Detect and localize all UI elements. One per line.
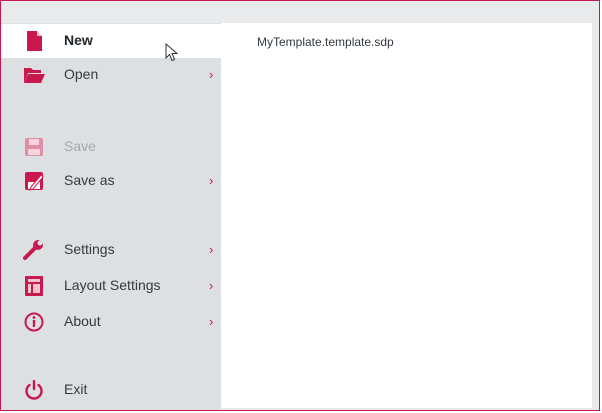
menu-item-save[interactable]: Save xyxy=(1,130,221,164)
folder-open-icon xyxy=(23,65,45,85)
template-filename[interactable]: MyTemplate.template.sdp xyxy=(257,35,394,49)
wrench-icon xyxy=(23,240,45,260)
menu-item-layout-settings[interactable]: Layout Settings › xyxy=(1,269,221,303)
menu-item-settings[interactable]: Settings › xyxy=(1,233,221,267)
menu-item-about[interactable]: About › xyxy=(1,305,221,339)
mouse-pointer-icon xyxy=(165,43,179,62)
chevron-right-icon: › xyxy=(209,173,214,188)
chevron-right-icon: › xyxy=(209,314,214,329)
save-as-icon xyxy=(23,171,45,191)
chevron-right-icon: › xyxy=(209,278,214,293)
menu-item-label: Open xyxy=(64,66,99,82)
menu-item-label: Save xyxy=(64,138,96,154)
menu-item-label: About xyxy=(64,313,101,329)
chevron-right-icon: › xyxy=(209,242,214,257)
menu-item-new[interactable]: New xyxy=(1,24,221,58)
backstage-menu: New Open › Save Save as › Settings › Lay… xyxy=(1,23,221,410)
menu-item-label: Save as xyxy=(64,172,115,188)
power-icon xyxy=(23,379,45,400)
menu-item-label: Exit xyxy=(64,381,88,397)
info-icon xyxy=(23,312,45,332)
content-panel: MyTemplate.template.sdp xyxy=(221,23,592,409)
layout-icon xyxy=(23,276,45,296)
title-band xyxy=(1,1,599,23)
chevron-right-icon: › xyxy=(209,67,214,82)
new-document-icon xyxy=(23,31,45,51)
bottom-band xyxy=(221,408,599,410)
menu-item-exit[interactable]: Exit xyxy=(1,373,221,407)
menu-item-save-as[interactable]: Save as › xyxy=(1,164,221,198)
menu-item-label: Layout Settings xyxy=(64,277,161,293)
menu-item-open[interactable]: Open › xyxy=(1,58,221,92)
menu-item-label: Settings xyxy=(64,241,115,257)
menu-item-label: New xyxy=(64,32,93,48)
right-edge xyxy=(592,23,599,410)
save-icon xyxy=(23,137,45,157)
